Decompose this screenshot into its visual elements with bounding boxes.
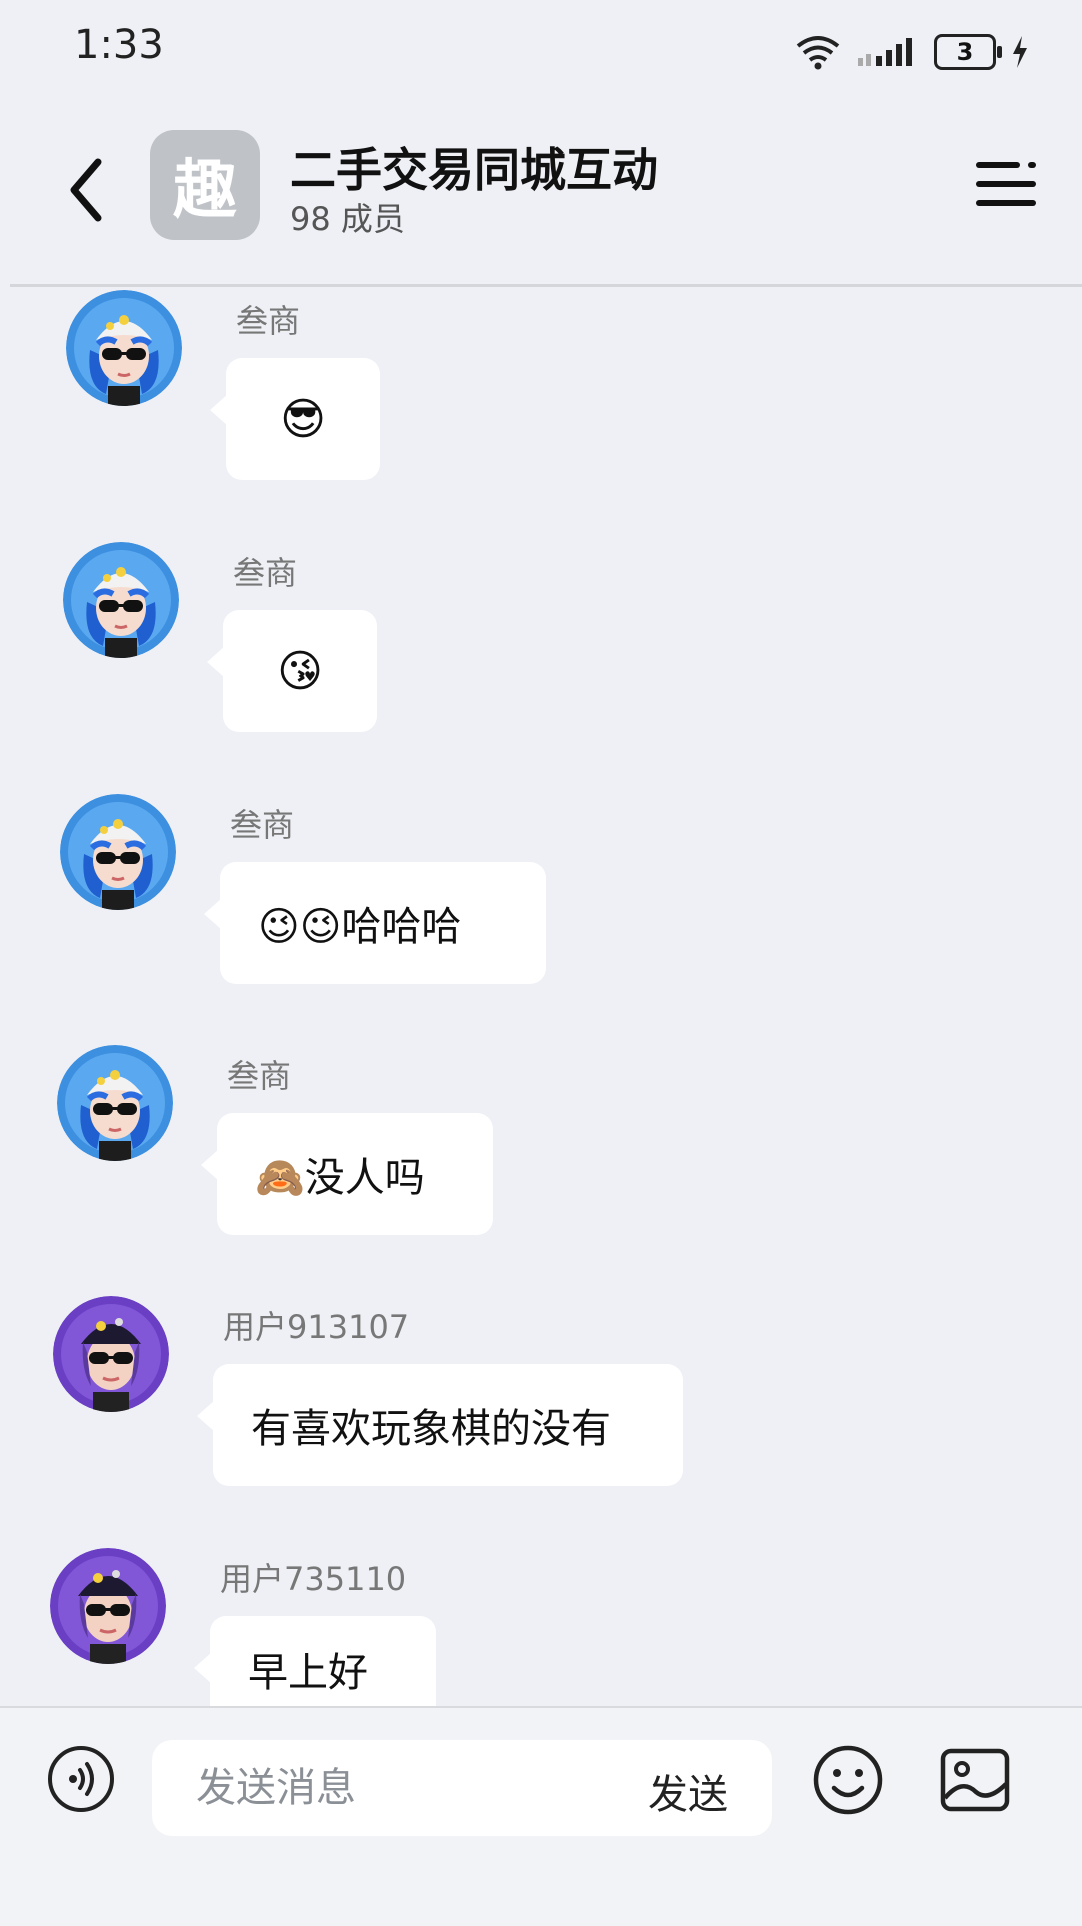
message-bubble[interactable]: 😎: [210, 358, 380, 480]
member-count: 98 成员: [290, 200, 405, 238]
signal-icon: [858, 38, 912, 66]
message-bubble[interactable]: 😉😉哈哈哈: [204, 862, 546, 984]
status-icons: 3: [794, 34, 1030, 70]
user-avatar[interactable]: [63, 542, 179, 658]
wifi-icon: [796, 36, 840, 70]
status-time: 1:33: [74, 22, 164, 68]
battery-icon: 3: [934, 34, 1002, 70]
user-avatar[interactable]: [53, 1296, 169, 1412]
chat-header: 趣 二手交易同城互动 98 成员: [0, 110, 1082, 285]
message-item: 叁商 😘: [0, 542, 1082, 782]
sender-name: 用户913107: [223, 1308, 410, 1346]
group-title: 二手交易同城互动: [290, 143, 658, 197]
sender-name: 叁商: [230, 806, 295, 844]
sender-name: 叁商: [233, 554, 298, 592]
message-bubble[interactable]: 早上好: [194, 1616, 436, 1706]
group-avatar[interactable]: 趣: [150, 130, 260, 240]
message-bubble[interactable]: 有喜欢玩象棋的没有: [197, 1364, 683, 1486]
back-icon[interactable]: [60, 150, 116, 230]
emoji-icon[interactable]: [812, 1744, 884, 1816]
message-input-field[interactable]: 发送: [152, 1740, 772, 1836]
user-avatar[interactable]: [60, 794, 176, 910]
image-icon[interactable]: [940, 1748, 1010, 1812]
sender-name: 叁商: [236, 302, 301, 340]
sender-name: 用户735110: [220, 1560, 407, 1598]
sender-name: 叁商: [227, 1057, 292, 1095]
voice-icon[interactable]: [46, 1744, 116, 1814]
chat-screen: 1:33 3 趣 二手交易同城互动 98 成员 叁商 😎 叁商 😘 叁商 😉😉哈…: [0, 0, 1082, 1926]
message-item: 叁商 😉😉哈哈哈: [0, 794, 1082, 1034]
message-item: 叁商 😎: [0, 290, 1082, 530]
user-avatar[interactable]: [57, 1045, 173, 1161]
battery-level: 3: [956, 38, 974, 66]
send-button[interactable]: 发送: [648, 1762, 728, 1820]
user-avatar[interactable]: [50, 1548, 166, 1664]
message-input[interactable]: [194, 1764, 598, 1812]
menu-icon[interactable]: [974, 158, 1038, 210]
message-item: 叁商 🙈没人吗: [0, 1045, 1082, 1285]
header-divider: [10, 284, 1082, 287]
user-avatar[interactable]: [66, 290, 182, 406]
group-avatar-char: 趣: [173, 154, 237, 228]
message-bubble[interactable]: 🙈没人吗: [201, 1113, 493, 1235]
input-bar: 发送: [0, 1706, 1082, 1926]
message-bubble[interactable]: 😘: [207, 610, 377, 732]
charging-icon: [1013, 36, 1027, 68]
message-item: 用户913107 有喜欢玩象棋的没有: [0, 1296, 1082, 1536]
